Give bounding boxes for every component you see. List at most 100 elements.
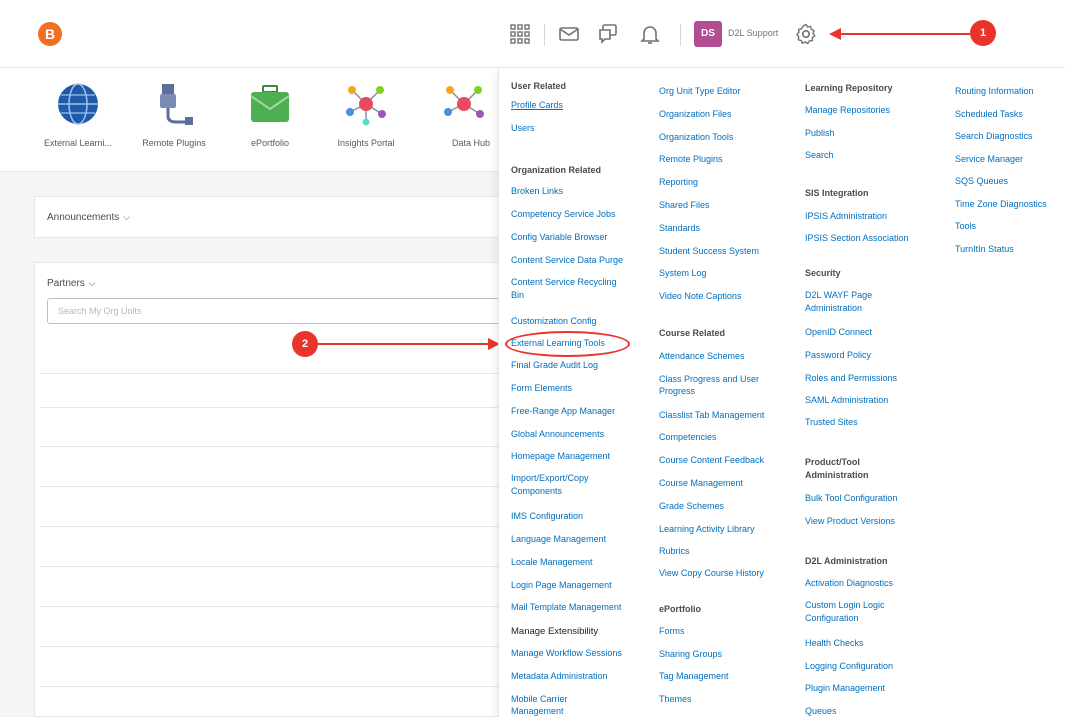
menu-item[interactable]: Tag Management bbox=[659, 671, 729, 682]
bell-icon[interactable] bbox=[638, 22, 662, 46]
menu-item[interactable]: Custom Login Logic bbox=[805, 600, 885, 611]
menu-item[interactable]: Manage Extensibility bbox=[511, 626, 598, 637]
menu-item[interactable]: Plugin Management bbox=[805, 683, 885, 694]
menu-item[interactable]: Competencies bbox=[659, 432, 717, 443]
menu-item[interactable]: View Copy Course History bbox=[659, 568, 764, 579]
menu-item[interactable]: Class Progress and User bbox=[659, 374, 759, 385]
menu-item[interactable]: System Log bbox=[659, 268, 707, 279]
menu-item[interactable]: Queues bbox=[805, 706, 837, 717]
divider bbox=[40, 686, 498, 687]
menu-item[interactable]: Forms bbox=[659, 626, 685, 637]
tool-item[interactable]: External Learni... bbox=[36, 82, 120, 148]
menu-item[interactable]: Student Success System bbox=[659, 246, 759, 257]
divider bbox=[40, 526, 498, 527]
menu-item[interactable]: Competency Service Jobs bbox=[511, 209, 616, 220]
menu-item[interactable]: Service Manager bbox=[955, 154, 1023, 165]
menu-item[interactable]: Password Policy bbox=[805, 350, 871, 361]
menu-item[interactable]: Final Grade Audit Log bbox=[511, 360, 598, 371]
menu-item[interactable]: Management bbox=[511, 706, 564, 717]
menu-item[interactable]: D2L WAYF Page bbox=[805, 290, 872, 301]
menu-item[interactable]: Users bbox=[511, 123, 535, 134]
menu-item[interactable]: Grade Schemes bbox=[659, 501, 724, 512]
menu-item[interactable]: Sharing Groups bbox=[659, 649, 722, 660]
chat-icon[interactable] bbox=[596, 22, 620, 46]
menu-item[interactable]: Components bbox=[511, 486, 562, 497]
menu-item[interactable]: Routing Information bbox=[955, 86, 1034, 97]
menu-item[interactable]: IMS Configuration bbox=[511, 511, 583, 522]
apps-grid-icon[interactable] bbox=[508, 22, 532, 46]
menu-item[interactable]: Scheduled Tasks bbox=[955, 109, 1023, 120]
menu-item[interactable]: Organization Files bbox=[659, 109, 732, 120]
menu-item[interactable]: Learning Activity Library bbox=[659, 524, 755, 535]
menu-item[interactable]: Content Service Recycling bbox=[511, 277, 617, 288]
search-input[interactable]: Search My Org Units bbox=[47, 298, 502, 324]
menu-item[interactable]: Standards bbox=[659, 223, 700, 234]
menu-item[interactable]: SQS Queues bbox=[955, 176, 1008, 187]
widget-title[interactable]: Announcements ⌵ bbox=[47, 212, 130, 223]
menu-item[interactable]: Administration bbox=[805, 303, 862, 314]
menu-item[interactable]: OpenID Connect bbox=[805, 327, 872, 338]
menu-item[interactable]: Free-Range App Manager bbox=[511, 406, 615, 417]
menu-item[interactable]: Progress bbox=[659, 386, 695, 397]
widget-title[interactable]: Partners ⌵ bbox=[47, 278, 96, 289]
menu-item[interactable]: Remote Plugins bbox=[659, 154, 723, 165]
menu-item[interactable]: Mail Template Management bbox=[511, 602, 621, 613]
menu-item[interactable]: Locale Management bbox=[511, 557, 593, 568]
logo[interactable]: B bbox=[38, 22, 62, 46]
menu-item[interactable]: Publish bbox=[805, 128, 835, 139]
menu-item[interactable]: Tools bbox=[955, 221, 976, 232]
avatar[interactable]: DS bbox=[694, 21, 722, 47]
menu-item[interactable]: SAML Administration bbox=[805, 395, 888, 406]
menu-item[interactable]: Homepage Management bbox=[511, 451, 610, 462]
username[interactable]: D2L Support bbox=[728, 28, 778, 38]
menu-item[interactable]: Customization Config bbox=[511, 316, 597, 327]
menu-item[interactable]: Shared Files bbox=[659, 200, 710, 211]
tool-item[interactable]: Remote Plugins bbox=[132, 82, 216, 148]
menu-item[interactable]: Global Announcements bbox=[511, 429, 604, 440]
menu-item[interactable]: Import/Export/Copy bbox=[511, 473, 589, 484]
chevron-down-icon: ⌵ bbox=[123, 212, 131, 222]
menu-item[interactable]: Rubrics bbox=[659, 546, 690, 557]
menu-item[interactable]: Classlist Tab Management bbox=[659, 410, 764, 421]
menu-item[interactable]: Language Management bbox=[511, 534, 606, 545]
menu-item[interactable]: Profile Cards bbox=[511, 100, 563, 111]
menu-item[interactable]: Content Service Data Purge bbox=[511, 255, 623, 266]
menu-item[interactable]: Themes bbox=[659, 694, 692, 705]
menu-item[interactable]: Metadata Administration bbox=[511, 671, 608, 682]
menu-item[interactable]: Logging Configuration bbox=[805, 661, 893, 672]
menu-item[interactable]: Organization Tools bbox=[659, 132, 733, 143]
menu-item[interactable]: Config Variable Browser bbox=[511, 232, 607, 243]
menu-item[interactable]: Mobile Carrier bbox=[511, 694, 568, 705]
menu-item[interactable]: Form Elements bbox=[511, 383, 572, 394]
menu-item[interactable]: View Product Versions bbox=[805, 516, 895, 527]
menu-item[interactable]: Search Diagnostics bbox=[955, 131, 1033, 142]
menu-item[interactable]: Manage Workflow Sessions bbox=[511, 648, 622, 659]
menu-item[interactable]: Broken Links bbox=[511, 186, 563, 197]
menu-item[interactable]: Bulk Tool Configuration bbox=[805, 493, 897, 504]
menu-section-heading: Organization Related bbox=[511, 165, 602, 175]
menu-item[interactable]: Course Content Feedback bbox=[659, 455, 764, 466]
menu-item[interactable]: TurnItIn Status bbox=[955, 244, 1014, 255]
menu-item[interactable]: Org Unit Type Editor bbox=[659, 86, 740, 97]
menu-item[interactable]: Course Management bbox=[659, 478, 743, 489]
menu-item[interactable]: Bin bbox=[511, 290, 524, 301]
menu-item[interactable]: Roles and Permissions bbox=[805, 373, 897, 384]
tool-item[interactable]: Data Hub bbox=[424, 82, 494, 148]
menu-item[interactable]: Manage Repositories bbox=[805, 105, 890, 116]
menu-item[interactable]: Search bbox=[805, 150, 834, 161]
mail-icon[interactable] bbox=[557, 22, 581, 46]
menu-item[interactable]: Activation Diagnostics bbox=[805, 578, 893, 589]
gear-icon[interactable] bbox=[794, 22, 818, 46]
menu-item[interactable]: IPSIS Administration bbox=[805, 211, 887, 222]
menu-item[interactable]: Video Note Captions bbox=[659, 291, 741, 302]
menu-item[interactable]: Reporting bbox=[659, 177, 698, 188]
tool-item[interactable]: Insights Portal bbox=[324, 82, 408, 148]
menu-item[interactable]: Attendance Schemes bbox=[659, 351, 745, 362]
menu-item[interactable]: Trusted Sites bbox=[805, 417, 858, 428]
menu-item[interactable]: IPSIS Section Association bbox=[805, 233, 909, 244]
menu-item[interactable]: Time Zone Diagnostics bbox=[955, 199, 1047, 210]
tool-item[interactable]: ePortfolio bbox=[228, 82, 312, 148]
menu-item[interactable]: Health Checks bbox=[805, 638, 864, 649]
menu-item[interactable]: Login Page Management bbox=[511, 580, 612, 591]
menu-item[interactable]: Configuration bbox=[805, 613, 859, 624]
